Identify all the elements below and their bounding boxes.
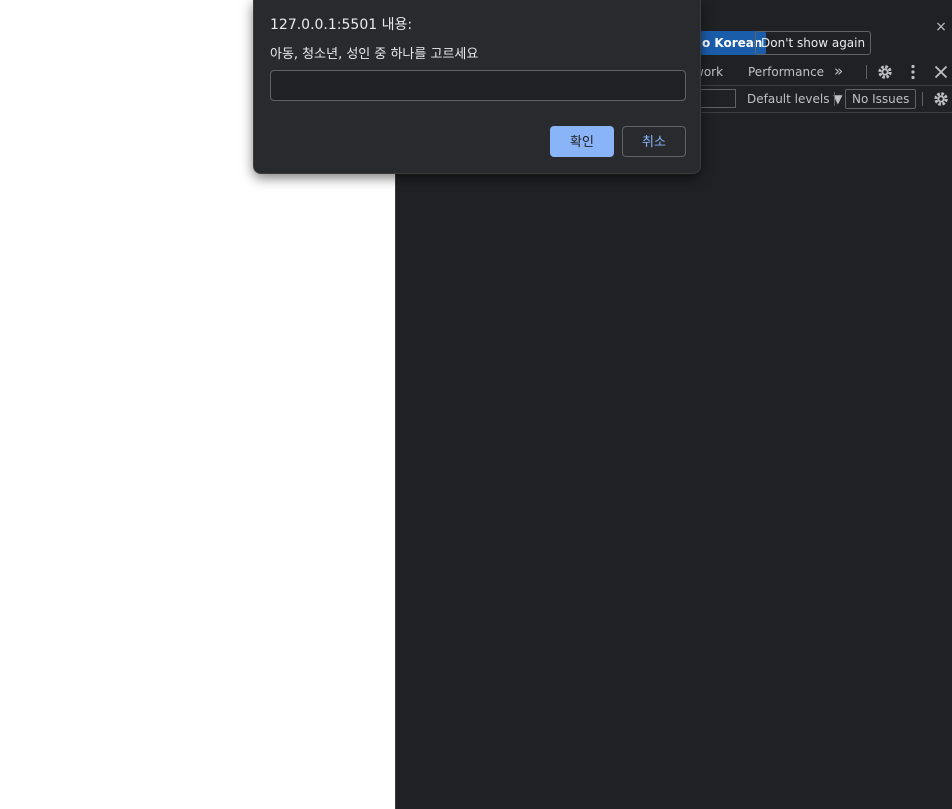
dont-show-again-button[interactable]: Don't show again	[755, 31, 872, 55]
toolbar-divider	[922, 92, 923, 106]
dialog-title: 127.0.0.1:5501 내용:	[270, 17, 413, 33]
cancel-button[interactable]: 취소	[622, 126, 686, 157]
toolbar-divider	[866, 65, 867, 79]
console-settings-icon[interactable]	[932, 90, 950, 108]
filter-input[interactable]	[696, 89, 736, 108]
ok-button[interactable]: 확인	[550, 126, 614, 157]
tab-performance[interactable]: Performance	[748, 58, 824, 86]
close-icon[interactable]: ×	[934, 20, 948, 34]
prompt-dialog: 127.0.0.1:5501 내용: 아동, 청소년, 성인 중 하나를 고르세…	[253, 0, 701, 174]
no-issues-button[interactable]: No Issues	[845, 89, 917, 109]
default-levels-dropdown[interactable]: Default levels ▼	[747, 86, 843, 112]
close-devtools-icon[interactable]	[932, 63, 950, 81]
dialog-message: 아동, 청소년, 성인 중 하나를 고르세요	[270, 47, 479, 62]
kebab-menu-icon[interactable]	[904, 63, 922, 81]
gear-icon[interactable]	[876, 63, 894, 81]
toolbar-divider	[834, 92, 835, 106]
more-tabs-icon[interactable]: »	[834, 58, 843, 86]
prompt-input[interactable]	[270, 70, 686, 101]
